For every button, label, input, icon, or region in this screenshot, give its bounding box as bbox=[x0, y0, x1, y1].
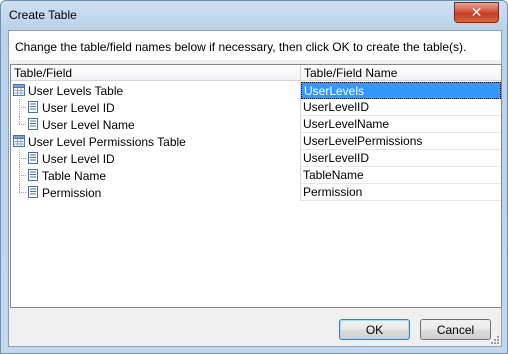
grid-table-row[interactable]: User Levels Table UserLevels bbox=[11, 82, 501, 99]
resize-grip-icon[interactable] bbox=[489, 334, 499, 344]
cancel-button[interactable]: Cancel bbox=[420, 319, 491, 340]
tree-connector bbox=[19, 124, 26, 125]
table-field-cell[interactable]: Permission bbox=[11, 184, 301, 201]
table-field-cell[interactable]: Table Name bbox=[11, 167, 301, 184]
dialog-body: Change the table/field names below if ne… bbox=[8, 30, 502, 347]
tree-connector bbox=[19, 150, 20, 167]
tree-connector bbox=[19, 192, 26, 193]
grid-field-row[interactable]: User Level ID UserLevelID bbox=[11, 99, 501, 116]
field-icon bbox=[28, 169, 38, 181]
name-input-cell[interactable]: UserLevelID bbox=[301, 99, 501, 116]
tree-connector bbox=[19, 167, 20, 184]
table-field-cell[interactable]: User Levels Table bbox=[11, 82, 301, 99]
grid-field-row[interactable]: User Level ID UserLevelID bbox=[11, 150, 501, 167]
field-label: User Level ID bbox=[42, 152, 115, 166]
field-icon bbox=[28, 186, 38, 198]
table-label: User Level Permissions Table bbox=[28, 135, 186, 149]
window-title: Create Table bbox=[9, 8, 77, 22]
instruction-text: Change the table/field names below if ne… bbox=[15, 40, 467, 54]
grid-field-row[interactable]: Table Name TableName bbox=[11, 167, 501, 184]
name-input-cell[interactable]: UserLevelName bbox=[301, 116, 501, 133]
table-field-cell[interactable]: User Level ID bbox=[11, 150, 301, 167]
title-bar[interactable]: Create Table ✕ bbox=[1, 1, 507, 29]
table-field-grid[interactable]: Table/Field Table/Field Name User Levels… bbox=[10, 64, 502, 308]
name-input-cell[interactable]: UserLevelPermissions bbox=[301, 133, 501, 150]
field-label: Table Name bbox=[42, 169, 107, 183]
instruction-panel: Change the table/field names below if ne… bbox=[9, 31, 501, 60]
grid-field-row[interactable]: Permission Permission bbox=[11, 184, 501, 201]
column-header-table-field-name[interactable]: Table/Field Name bbox=[301, 65, 501, 81]
tree-connector bbox=[19, 175, 26, 176]
table-icon bbox=[13, 84, 25, 96]
name-input-cell[interactable]: UserLevels bbox=[301, 82, 501, 99]
table-field-cell[interactable]: User Level Name bbox=[11, 116, 301, 133]
tree-connector bbox=[19, 107, 26, 108]
table-label: User Levels Table bbox=[28, 84, 124, 98]
tree-connector bbox=[19, 158, 26, 159]
close-icon: ✕ bbox=[470, 4, 483, 21]
grid-field-row[interactable]: User Level Name UserLevelName bbox=[11, 116, 501, 133]
create-table-dialog: Create Table ✕ Change the table/field na… bbox=[0, 0, 508, 354]
close-button[interactable]: ✕ bbox=[454, 2, 499, 23]
name-input-cell[interactable]: UserLevelID bbox=[301, 150, 501, 167]
field-label: Permission bbox=[42, 186, 102, 200]
field-icon bbox=[28, 152, 38, 164]
field-label: User Level Name bbox=[42, 118, 135, 132]
table-icon bbox=[13, 135, 25, 147]
tree-connector bbox=[19, 99, 20, 116]
field-icon bbox=[28, 118, 38, 130]
field-icon bbox=[28, 101, 38, 113]
grid-table-row[interactable]: User Level Permissions Table UserLevelPer… bbox=[11, 133, 501, 150]
name-input-cell[interactable]: TableName bbox=[301, 167, 501, 184]
table-field-cell[interactable]: User Level ID bbox=[11, 99, 301, 116]
table-field-cell[interactable]: User Level Permissions Table bbox=[11, 133, 301, 150]
name-input-cell[interactable]: Permission bbox=[301, 184, 501, 201]
tree-connector bbox=[19, 116, 20, 124]
ok-button[interactable]: OK bbox=[339, 319, 410, 340]
column-header-table-field[interactable]: Table/Field bbox=[11, 65, 301, 81]
field-label: User Level ID bbox=[42, 101, 115, 115]
tree-connector bbox=[19, 184, 20, 192]
